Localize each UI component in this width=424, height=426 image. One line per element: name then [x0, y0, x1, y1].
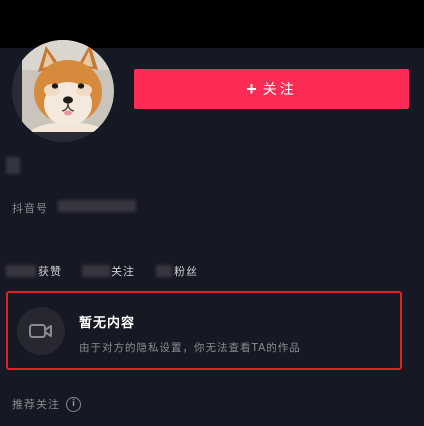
nickname-redacted	[6, 157, 20, 174]
followers-label[interactable]: 粉丝	[174, 263, 198, 279]
empty-description: 由于对方的隐私设置，你无法查看TA的作品	[79, 342, 301, 354]
info-icon[interactable]: i	[66, 396, 81, 412]
following-count-redacted	[82, 265, 110, 277]
empty-title: 暂无内容	[79, 316, 136, 331]
follow-button-label: 关注	[262, 81, 297, 97]
video-camera-icon	[17, 307, 65, 355]
avatar-image	[22, 40, 114, 132]
empty-content-panel: 暂无内容 由于对方的隐私设置，你无法查看TA的作品	[6, 291, 402, 370]
plus-icon: +	[246, 78, 257, 99]
recommend-follow[interactable]: 推荐关注 i	[12, 396, 81, 412]
likes-count-redacted	[6, 265, 36, 277]
likes-label: 获赞	[38, 265, 62, 278]
recommend-label: 推荐关注	[12, 398, 60, 411]
profile-page: + 关注 抖音号 获赞 关注 粉丝 暂无内容 由于对方的隐私设置，你无法查看TA…	[0, 0, 424, 426]
avatar[interactable]	[12, 40, 114, 142]
followers-count-redacted	[156, 265, 172, 277]
douyin-id-redacted	[58, 200, 136, 212]
follow-button[interactable]: + 关注	[134, 69, 409, 109]
douyin-id-label: 抖音号	[12, 202, 48, 215]
following-label[interactable]: 关注	[111, 263, 135, 279]
